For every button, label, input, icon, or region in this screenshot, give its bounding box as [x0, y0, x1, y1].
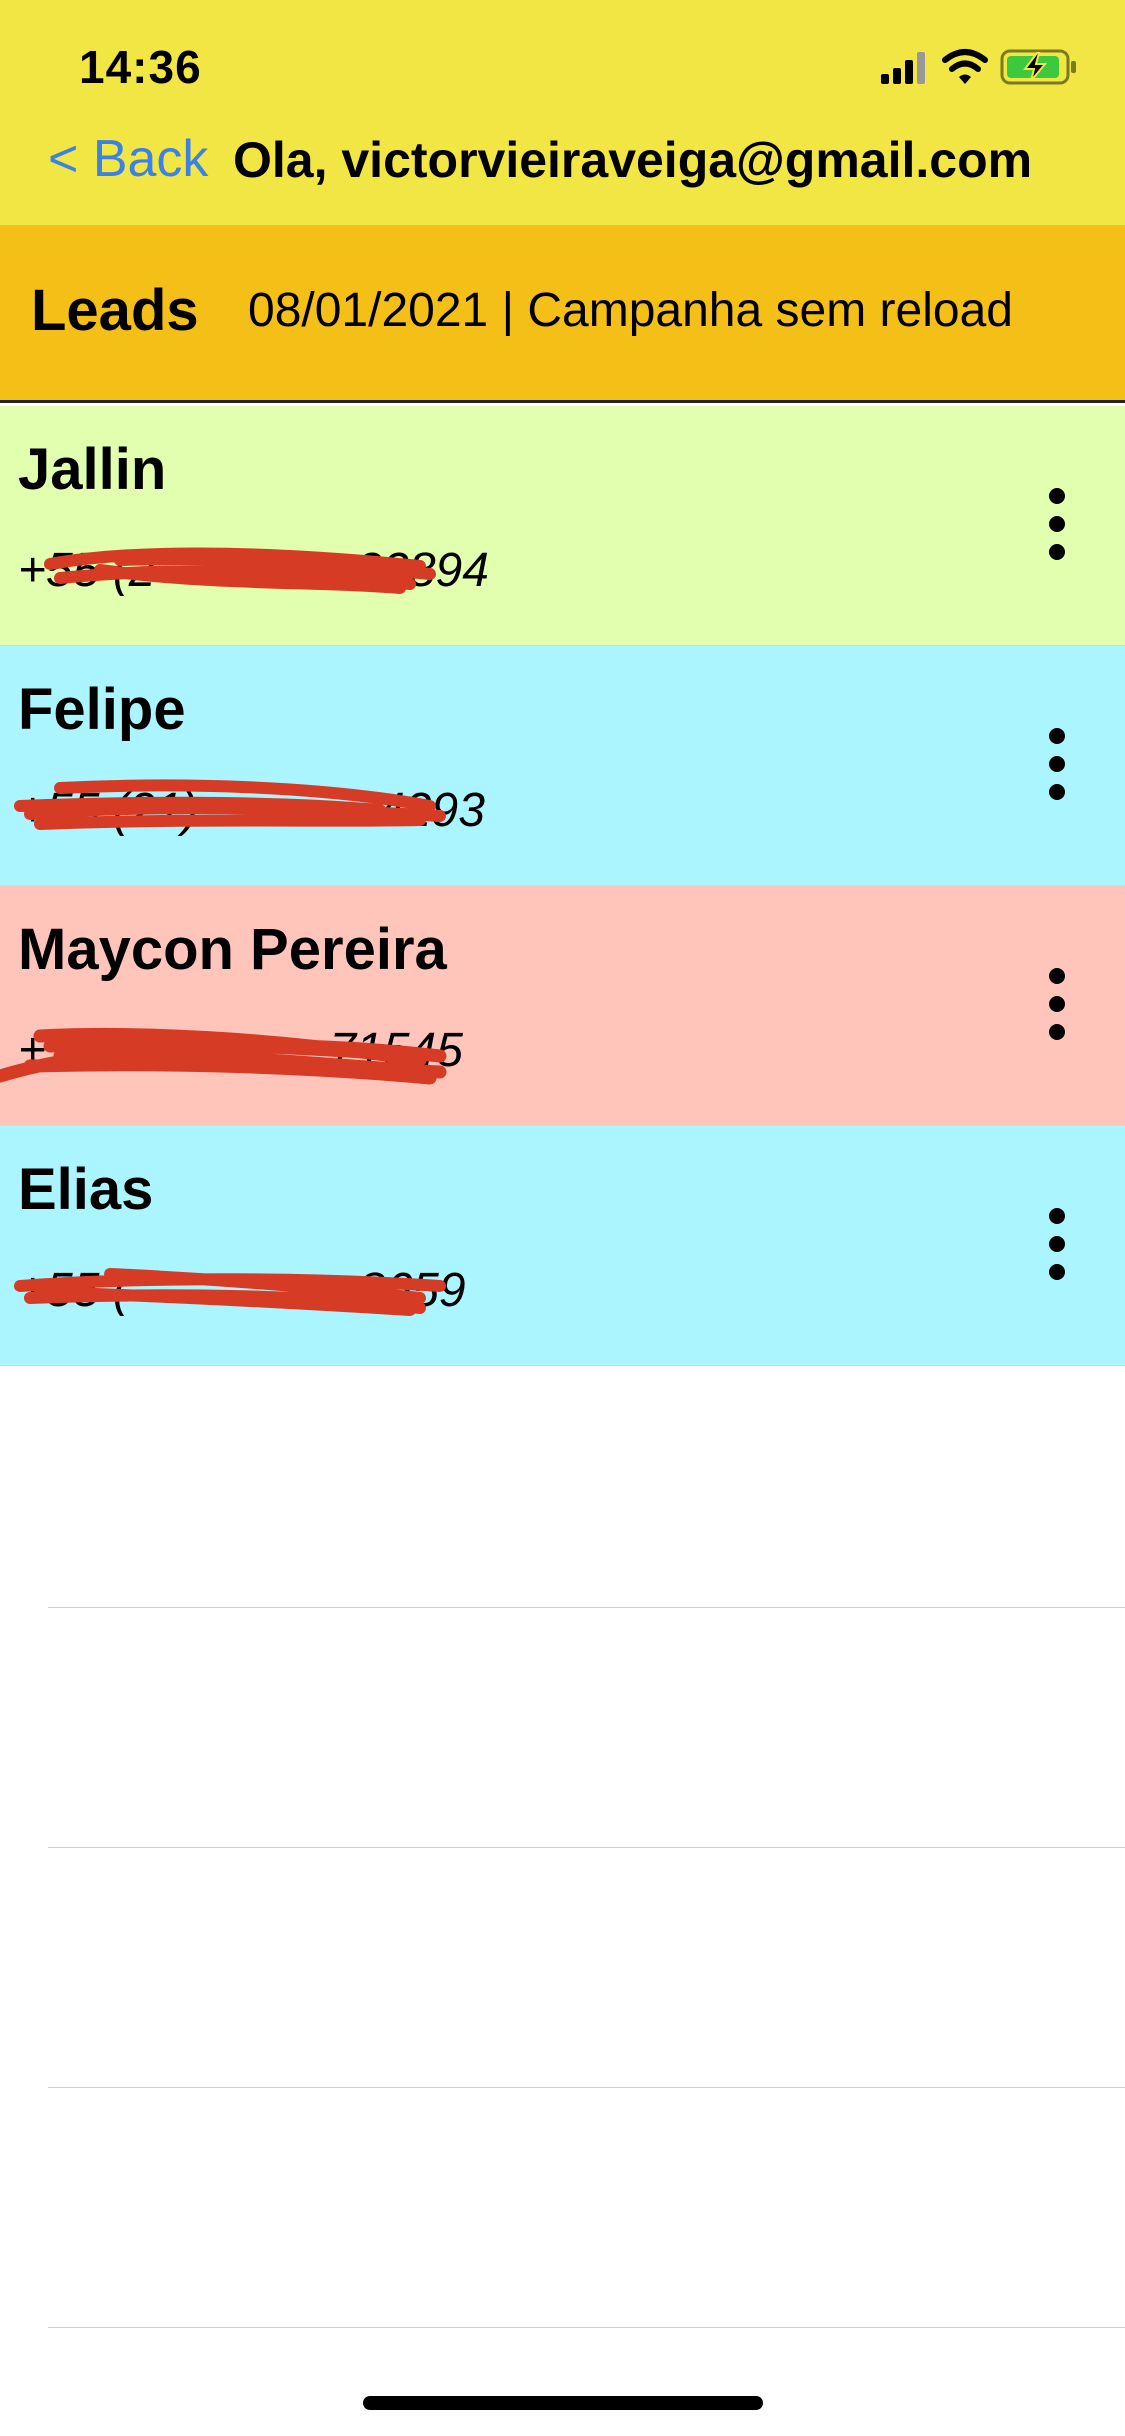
status-bar: 14:36 — [0, 0, 1125, 95]
redaction-scribble — [14, 1268, 446, 1316]
more-options-icon[interactable] — [995, 724, 1125, 804]
redaction-scribble — [0, 1027, 447, 1085]
more-options-icon[interactable] — [995, 1204, 1125, 1284]
lead-row[interactable]: Felipe +55 (21) 4293 — [0, 646, 1125, 886]
more-options-icon[interactable] — [995, 484, 1125, 564]
lead-row[interactable]: Jallin +55 (2 33894 — [0, 406, 1125, 646]
lead-name: Elias — [18, 1157, 154, 1222]
page-title: Leads — [31, 278, 199, 343]
lead-name: Felipe — [18, 677, 186, 742]
signal-icon — [881, 52, 925, 84]
lead-list: Jallin +55 (2 33894 Felipe +55 (21) 4293 M… — [0, 406, 1125, 1366]
campaign-subtitle: 08/01/2021 | Campanha sem reload — [248, 284, 1013, 337]
back-button[interactable]: < Back — [48, 129, 208, 189]
status-icons — [881, 49, 1076, 85]
lead-name: Jallin — [18, 437, 167, 502]
redaction-scribble — [44, 547, 436, 594]
lead-name: Maycon Pereira — [18, 917, 447, 982]
nav-title: Ola, victorvieiraveiga@gmail.com — [233, 132, 1033, 188]
empty-row — [0, 1608, 1125, 1848]
more-options-icon[interactable] — [995, 964, 1125, 1044]
lead-row[interactable]: Maycon Pereira +55 71545 — [0, 886, 1125, 1126]
leads-header: Leads 08/01/2021 | Campanha sem reload — [0, 225, 1125, 403]
empty-rows — [0, 1368, 1125, 2328]
nav-bar: < Back Ola, victorvieiraveiga@gmail.com — [0, 95, 1125, 225]
battery-charging-icon — [1000, 49, 1076, 85]
home-indicator[interactable] — [363, 2396, 763, 2410]
row-divider — [48, 2327, 1125, 2328]
empty-row — [0, 1368, 1125, 1608]
redaction-scribble — [14, 779, 446, 830]
empty-row — [0, 1848, 1125, 2088]
empty-row — [0, 2088, 1125, 2328]
wifi-icon — [942, 49, 988, 84]
lead-row[interactable]: Elias +55 (8659 — [0, 1126, 1125, 1366]
status-time: 14:36 — [79, 41, 202, 93]
